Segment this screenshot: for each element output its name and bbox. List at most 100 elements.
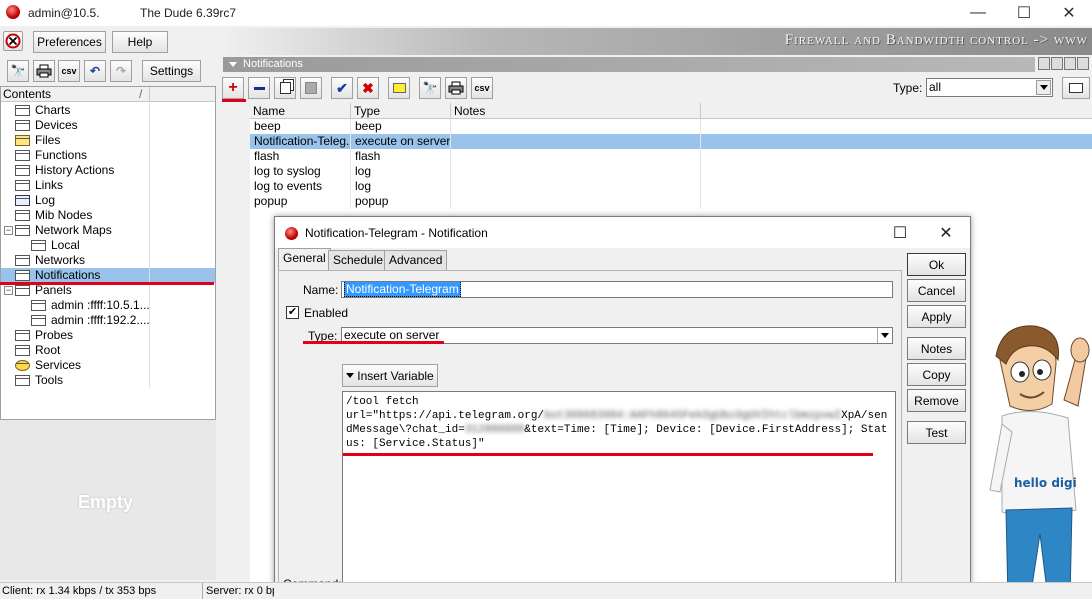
type-highlight-underline — [303, 341, 444, 344]
printer-icon — [448, 81, 464, 95]
ok-button[interactable]: Ok — [907, 253, 966, 276]
layout-icon-1[interactable] — [1038, 57, 1050, 70]
table-icon — [15, 165, 30, 176]
tree-item-network-maps[interactable]: − Network Maps — [1, 223, 215, 238]
enable-button[interactable]: ✔ — [331, 77, 353, 99]
tree-item-charts[interactable]: Charts — [1, 103, 215, 118]
tree-item-label: admin :ffff:192.2.... — [51, 313, 150, 327]
tree-header: Contents / — [1, 87, 215, 102]
tree-item-notifications[interactable]: Notifications — [1, 268, 215, 283]
column-notes-header[interactable]: Notes — [451, 103, 701, 119]
close-button[interactable]: ✕ — [1046, 0, 1092, 26]
table-icon — [15, 270, 30, 281]
type-filter-select[interactable]: all — [926, 78, 1053, 97]
tree-item-local[interactable]: Local — [1, 238, 215, 253]
command-textarea[interactable]: /tool fetch url="https://api.telegram.or… — [342, 391, 896, 599]
tree-item-admin-ffff-10-5-1[interactable]: admin :ffff:10.5.1... — [1, 298, 215, 313]
layout-icon-4[interactable] — [1077, 57, 1089, 70]
copy-icon — [279, 82, 291, 94]
tree-item-label: Probes — [35, 328, 74, 342]
copy-button[interactable]: Copy — [907, 363, 966, 386]
table-row[interactable]: log to events log — [250, 179, 1092, 194]
cancel-button[interactable]: Cancel — [907, 279, 966, 302]
tab-general[interactable]: General — [278, 248, 331, 270]
tree-item-panels[interactable]: − Panels — [1, 283, 215, 298]
print-button[interactable] — [33, 60, 55, 82]
preferences-button[interactable]: Preferences — [33, 31, 106, 53]
tree-sort-indicator[interactable]: / — [139, 87, 142, 101]
enabled-checkbox[interactable]: ✔ — [286, 306, 299, 319]
table-row[interactable]: flash flash — [250, 149, 1092, 164]
add-button[interactable]: + — [222, 77, 244, 99]
tree-item-networks[interactable]: Networks — [1, 253, 215, 268]
redacted-chat-id: 312886888 — [464, 424, 525, 436]
test-button[interactable]: Test — [907, 421, 966, 444]
tree-item-functions[interactable]: Functions — [1, 148, 215, 163]
csv-list-button[interactable]: csv — [471, 77, 493, 99]
name-label: Name: — [303, 283, 339, 297]
tab-advanced[interactable]: Advanced — [384, 250, 448, 270]
tree-item-admin-ffff-192-2[interactable]: admin :ffff:192.2.... — [1, 313, 215, 328]
apply-button[interactable]: Apply — [907, 305, 966, 328]
remove-button[interactable] — [248, 77, 270, 99]
table-row[interactable]: Notification-Teleg... execute on server — [250, 134, 1092, 149]
dialog-close-button[interactable]: ✕ — [923, 217, 969, 248]
dialog-maximize-button[interactable]: ☐ — [877, 217, 923, 248]
binoculars-icon: 🔭 — [10, 64, 26, 78]
layout-icon-3[interactable] — [1064, 57, 1076, 70]
help-button[interactable]: Help — [112, 31, 168, 53]
find-notification-button[interactable]: 🔭 — [419, 77, 441, 99]
minimize-button[interactable]: — — [955, 0, 1001, 26]
enabled-label: Enabled — [304, 306, 349, 320]
tree-item-devices[interactable]: Devices — [1, 118, 215, 133]
cell-name: Notification-Teleg... — [250, 134, 351, 149]
comment-button[interactable] — [388, 77, 410, 99]
undo-icon: ↶ — [89, 64, 101, 78]
csv-export-button[interactable]: csv — [58, 60, 80, 82]
column-name-header[interactable]: Name — [250, 103, 351, 119]
note-icon — [392, 83, 406, 93]
copy-item-button[interactable] — [274, 77, 296, 99]
notes-button[interactable]: Notes — [907, 337, 966, 360]
collapse-icon[interactable]: − — [4, 226, 13, 235]
find-button[interactable]: 🔭 — [7, 60, 29, 82]
tree-item-links[interactable]: Links — [1, 178, 215, 193]
collapse-icon[interactable]: − — [4, 286, 13, 295]
insert-variable-button[interactable]: Insert Variable — [342, 364, 438, 387]
maximize-button[interactable]: ☐ — [1001, 0, 1047, 26]
notifications-header[interactable]: Notifications — [223, 57, 1035, 72]
disconnect-button[interactable] — [3, 31, 23, 51]
tab-schedule[interactable]: Schedule — [328, 250, 389, 270]
table-icon — [15, 285, 30, 296]
cell-name: beep — [250, 119, 351, 134]
tree-item-history-actions[interactable]: History Actions — [1, 163, 215, 178]
table-icon — [15, 255, 30, 266]
columns-button[interactable] — [1062, 77, 1090, 99]
settings-button[interactable]: Settings — [142, 60, 201, 82]
tree-item-tools[interactable]: Tools — [1, 373, 215, 388]
type-filter-label: Type: — [893, 81, 923, 95]
cell-notes — [451, 194, 701, 209]
tree-item-root[interactable]: Root — [1, 343, 215, 358]
undo-button[interactable]: ↶ — [84, 60, 106, 82]
layout-icon-2[interactable] — [1051, 57, 1063, 70]
tree-item-files[interactable]: Files — [1, 133, 215, 148]
redo-icon: ↷ — [115, 64, 127, 78]
remove-item-button[interactable]: Remove — [907, 389, 966, 412]
tree-item-mib-nodes[interactable]: Mib Nodes — [1, 208, 215, 223]
table-row[interactable]: log to syslog log — [250, 164, 1092, 179]
tree-item-log[interactable]: Log — [1, 193, 215, 208]
print-list-button[interactable] — [445, 77, 467, 99]
column-type-header[interactable]: Type — [351, 103, 451, 119]
paste-button[interactable] — [300, 77, 322, 99]
tree-item-probes[interactable]: Probes — [1, 328, 215, 343]
table-icon — [15, 210, 30, 221]
redo-button[interactable]: ↷ — [110, 60, 132, 82]
tree-item-services[interactable]: Services — [1, 358, 215, 373]
disable-button[interactable]: ✖ — [357, 77, 379, 99]
log-icon — [15, 195, 30, 206]
name-field[interactable]: Notification-Telegram — [341, 281, 893, 298]
notifications-toolbar: + ✔ ✖ 🔭 csv Type: all — [219, 74, 1092, 102]
table-row[interactable]: popup popup — [250, 194, 1092, 209]
table-row[interactable]: beep beep — [250, 119, 1092, 134]
